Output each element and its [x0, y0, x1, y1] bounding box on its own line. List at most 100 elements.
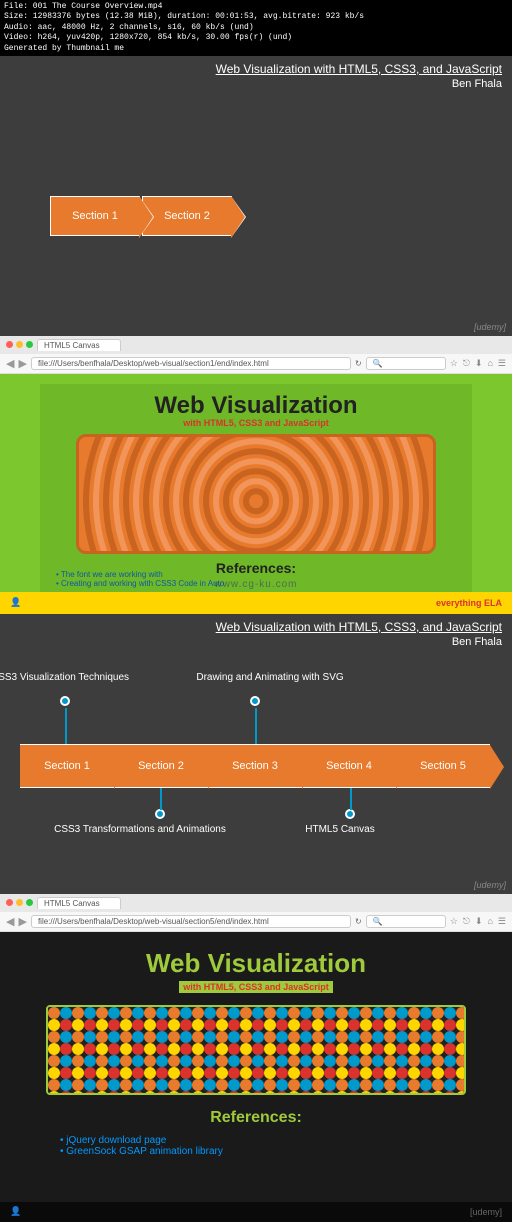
minimize-icon[interactable]: [16, 341, 23, 348]
node-icon: [250, 696, 260, 706]
section-chevrons: Section 1 Section 2: [50, 196, 232, 236]
page-subtitle: with HTML5, CSS3 and JavaScript: [179, 981, 333, 993]
bookmark-icon[interactable]: ☆: [450, 358, 458, 369]
browser-window-1: HTML5 Canvas ◀ ▶ file:///Users/benfhala/…: [0, 336, 512, 614]
search-input[interactable]: 🔍: [366, 357, 446, 370]
browser-toolbar: ◀ ▶ file:///Users/benfhala/Desktop/web-v…: [0, 912, 512, 932]
browser-window-2: HTML5 Canvas ◀ ▶ file:///Users/benfhala/…: [0, 894, 512, 1222]
menu-icon[interactable]: ☰: [498, 916, 506, 927]
section-chevron: Section 3: [208, 744, 302, 788]
browser-tabbar: HTML5 Canvas: [0, 336, 512, 354]
page-content-dark: Web Visualization with HTML5, CSS3 and J…: [0, 932, 512, 1222]
search-input[interactable]: 🔍: [366, 915, 446, 928]
page-content-green: Web Visualization with HTML5, CSS3 and J…: [0, 374, 512, 614]
connector-line: [65, 708, 67, 744]
mosaic-graphic: [46, 1005, 466, 1095]
footer-icon: 👤: [10, 597, 21, 608]
section-chevron: Section 1: [50, 196, 140, 236]
reference-links: The font we are working with Creating an…: [56, 570, 224, 588]
slide-title-block: Web Visualization with HTML5, CSS3, and …: [216, 62, 502, 90]
brand-label: everything ELA: [436, 598, 502, 608]
udemy-watermark: [udemy]: [474, 880, 506, 890]
page-title: Web Visualization: [60, 392, 452, 420]
home-icon[interactable]: ⌂: [487, 358, 492, 369]
slide-panel-3: Web Visualization with HTML5, CSS3, and …: [0, 614, 512, 894]
footer-icon: 👤: [10, 1206, 21, 1217]
reference-links: jQuery download page GreenSock GSAP anim…: [60, 1135, 472, 1157]
maximize-icon[interactable]: [26, 341, 33, 348]
file-metadata: File: 001 The Course Overview.mp4 Size: …: [0, 0, 512, 56]
slide-title: Web Visualization with HTML5, CSS3, and …: [216, 620, 502, 634]
back-icon[interactable]: ◀: [6, 915, 14, 928]
share-icon[interactable]: ⎋: [463, 916, 470, 927]
maximize-icon[interactable]: [26, 899, 33, 906]
slide-title: Web Visualization with HTML5, CSS3, and …: [216, 62, 502, 76]
node-icon: [60, 696, 70, 706]
topic-label: HTML5 Canvas: [280, 824, 400, 835]
concentric-rings-graphic: [76, 434, 436, 554]
section-chevron: Section 1: [20, 744, 114, 788]
reference-link[interactable]: Creating and working with CSS3 Code in A…: [56, 579, 224, 588]
connector-line: [350, 788, 352, 810]
connector-line: [160, 788, 162, 810]
meta-line: Audio: aac, 48000 Hz, 2 channels, s16, 6…: [4, 23, 508, 33]
dark-card: Web Visualization with HTML5, CSS3 and J…: [40, 948, 472, 1157]
udemy-watermark: [udemy]: [474, 322, 506, 332]
bookmark-icon[interactable]: ☆: [450, 916, 458, 927]
reload-icon[interactable]: ↻: [355, 359, 362, 368]
topic-label: Drawing and Animating with SVG: [180, 672, 360, 683]
slide-author: Ben Fhala: [216, 636, 502, 648]
minimize-icon[interactable]: [16, 899, 23, 906]
section-label: Section 2: [138, 760, 184, 772]
yellow-footer: 👤 everything ELA: [0, 592, 512, 614]
slide-panel-1: Web Visualization with HTML5, CSS3, and …: [0, 56, 512, 336]
topic-label: CSS3 Transformations and Animations: [40, 824, 240, 835]
browser-tab[interactable]: HTML5 Canvas: [37, 339, 121, 351]
share-icon[interactable]: ⎋: [463, 358, 470, 369]
dark-footer: 👤 [udemy]: [0, 1202, 512, 1222]
section-label: Section 1: [72, 210, 118, 222]
section-chevrons: Section 1 Section 2 Section 3 Section 4 …: [20, 744, 490, 788]
download-icon[interactable]: ⬇: [475, 916, 483, 927]
section-chevron: Section 2: [142, 196, 232, 236]
home-icon[interactable]: ⌂: [487, 916, 492, 927]
url-input[interactable]: file:///Users/benfhala/Desktop/web-visua…: [31, 357, 351, 370]
download-icon[interactable]: ⬇: [475, 358, 483, 369]
close-icon[interactable]: [6, 341, 13, 348]
page-subtitle: with HTML5, CSS3 and JavaScript: [60, 418, 452, 428]
forward-icon[interactable]: ▶: [18, 357, 26, 370]
forward-icon[interactable]: ▶: [18, 915, 26, 928]
slide-author: Ben Fhala: [216, 78, 502, 90]
slide-title-block: Web Visualization with HTML5, CSS3, and …: [216, 620, 502, 648]
section-chevron: Section 5: [396, 744, 490, 788]
section-label: Section 5: [420, 760, 466, 772]
connector-line: [255, 708, 257, 744]
browser-toolbar: ◀ ▶ file:///Users/benfhala/Desktop/web-v…: [0, 354, 512, 374]
section-label: Section 4: [326, 760, 372, 772]
section-label: Section 3: [232, 760, 278, 772]
reload-icon[interactable]: ↻: [355, 917, 362, 926]
browser-tab[interactable]: HTML5 Canvas: [37, 897, 121, 909]
meta-line: Generated by Thumbnail me: [4, 44, 508, 54]
watermark-url: www.cg-ku.com: [214, 579, 297, 590]
toolbar-icons: ☆ ⎋ ⬇ ⌂ ☰: [450, 916, 506, 927]
meta-line: Video: h264, yuv420p, 1280x720, 854 kb/s…: [4, 33, 508, 43]
reference-link[interactable]: The font we are working with: [56, 570, 224, 579]
meta-line: Size: 12983376 bytes (12.38 MiB), durati…: [4, 12, 508, 22]
traffic-lights[interactable]: [6, 341, 33, 348]
reference-link[interactable]: GreenSock GSAP animation library: [60, 1146, 472, 1157]
back-icon[interactable]: ◀: [6, 357, 14, 370]
udemy-watermark: [udemy]: [470, 1207, 502, 1217]
menu-icon[interactable]: ☰: [498, 358, 506, 369]
reference-link[interactable]: jQuery download page: [60, 1135, 472, 1146]
references-heading: References:: [40, 1109, 472, 1127]
url-input[interactable]: file:///Users/benfhala/Desktop/web-visua…: [31, 915, 351, 928]
close-icon[interactable]: [6, 899, 13, 906]
section-chevron: Section 4: [302, 744, 396, 788]
section-label: Section 1: [44, 760, 90, 772]
section-chevron: Section 2: [114, 744, 208, 788]
node-icon: [155, 809, 165, 819]
traffic-lights[interactable]: [6, 899, 33, 906]
topic-label: CSS3 Visualization Techniques: [0, 672, 150, 683]
meta-line: File: 001 The Course Overview.mp4: [4, 2, 508, 12]
